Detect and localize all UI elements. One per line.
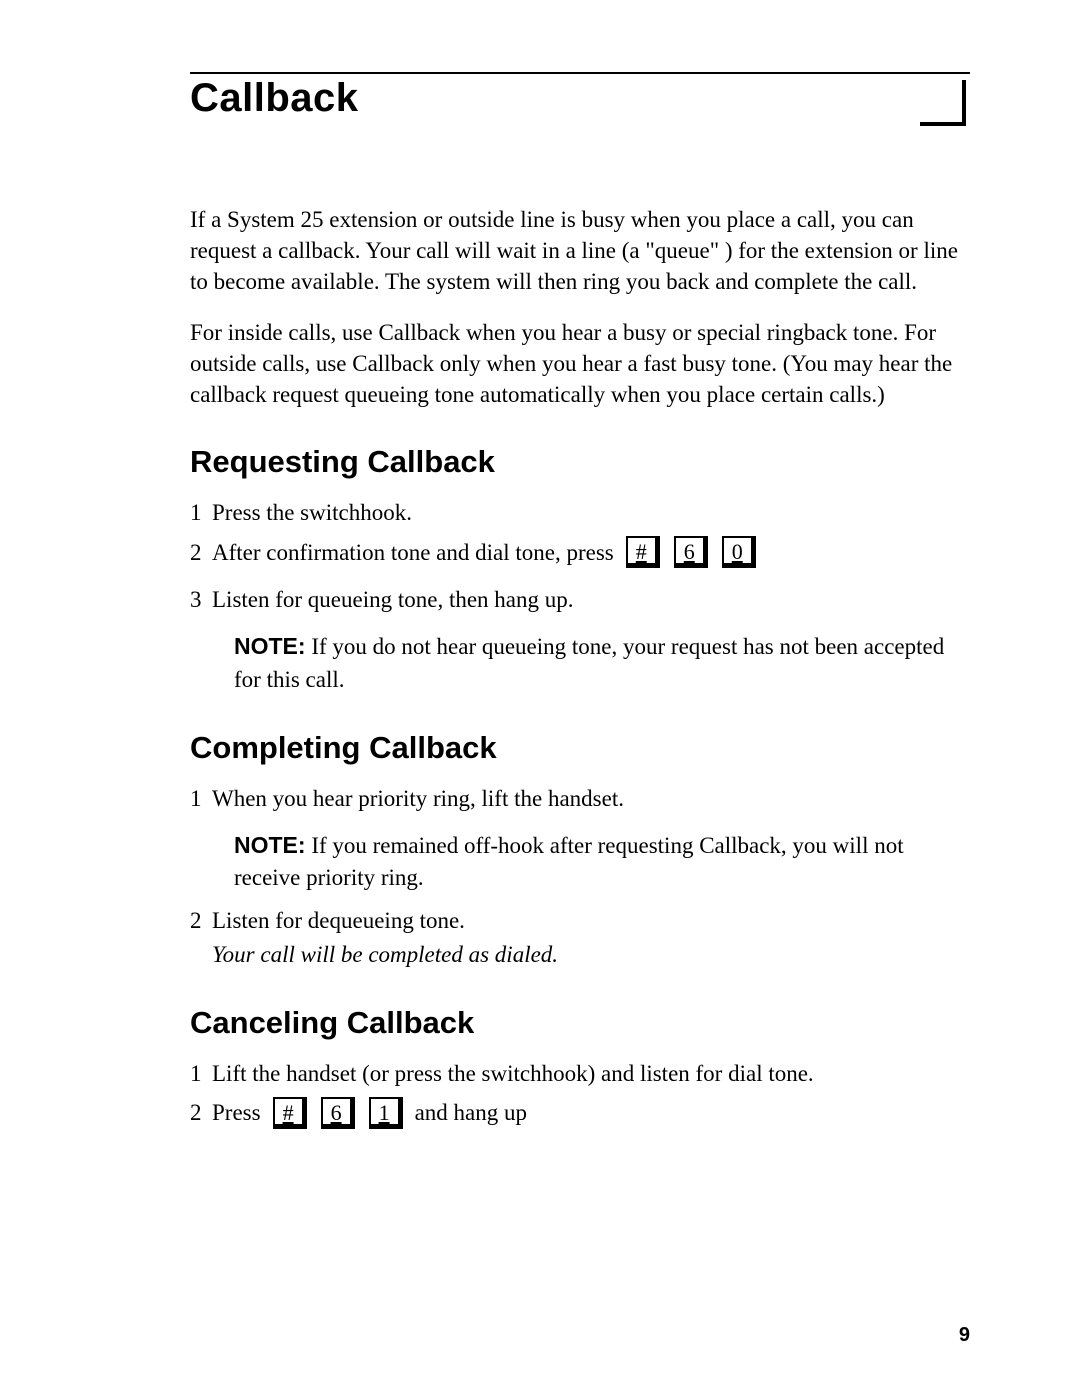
requesting-step-2: 2 After confirmation tone and dial tone,… (190, 536, 970, 569)
step-text-line: Listen for dequeueing tone. (212, 908, 465, 933)
step-text: Lift the handset (or press the switchhoo… (212, 1057, 970, 1090)
heading-requesting: Requesting Callback (190, 444, 970, 480)
step-number: 1 (190, 1057, 212, 1090)
step-text: When you hear priority ring, lift the ha… (212, 782, 970, 815)
step-text: After confirmation tone and dial tone, p… (212, 536, 970, 569)
intro-paragraph-2: For inside calls, use Callback when you … (190, 317, 970, 410)
canceling-step-1: 1 Lift the handset (or press the switchh… (190, 1057, 970, 1090)
intro-paragraph-1: If a System 25 extension or outside line… (190, 204, 970, 297)
step-text: Press the switchhook. (212, 496, 970, 529)
requesting-note: NOTE: If you do not hear queueing tone, … (234, 630, 970, 695)
requesting-step-1: 1 Press the switchhook. (190, 496, 970, 529)
step-text-pre: Press (212, 1096, 261, 1129)
step-number: 1 (190, 782, 212, 815)
keycap-hash: # (626, 536, 660, 568)
completing-note: NOTE: If you remained off-hook after req… (234, 829, 970, 894)
keycap-6: 6 (321, 1097, 355, 1129)
step-text: Listen for queueing tone, then hang up. (212, 583, 970, 616)
step-number: 3 (190, 583, 212, 616)
keycap-1: 1 (369, 1097, 403, 1129)
step-text: Listen for dequeueing tone. Your call wi… (212, 904, 970, 971)
keycap-0: 0 (722, 536, 756, 568)
page-number: 9 (959, 1324, 970, 1347)
step-subtext: Your call will be completed as dialed. (212, 942, 558, 967)
step-text-inline: After confirmation tone and dial tone, p… (212, 536, 614, 569)
step-text-post: and hang up (415, 1096, 527, 1129)
keycap-hash: # (273, 1097, 307, 1129)
step-number: 2 (190, 536, 212, 569)
title-row: Callback (190, 72, 970, 126)
corner-bracket-icon (920, 80, 966, 126)
note-text: If you remained off-hook after requestin… (234, 833, 904, 890)
note-label: NOTE: (234, 832, 306, 858)
canceling-step-2: 2 Press # 6 1 and hang up (190, 1096, 970, 1129)
requesting-step-3: 3 Listen for queueing tone, then hang up… (190, 583, 970, 616)
page-title: Callback (190, 76, 359, 121)
note-label: NOTE: (234, 633, 306, 659)
heading-canceling: Canceling Callback (190, 1005, 970, 1041)
note-text: If you do not hear queueing tone, your r… (234, 634, 944, 691)
keycap-6: 6 (674, 536, 708, 568)
step-number: 2 (190, 904, 212, 971)
intro-block: If a System 25 extension or outside line… (190, 204, 970, 410)
heading-completing: Completing Callback (190, 730, 970, 766)
step-number: 2 (190, 1096, 212, 1129)
step-number: 1 (190, 496, 212, 529)
step-text: Press # 6 1 and hang up (212, 1096, 970, 1129)
completing-step-2: 2 Listen for dequeueing tone. Your call … (190, 904, 970, 971)
completing-step-1: 1 When you hear priority ring, lift the … (190, 782, 970, 815)
